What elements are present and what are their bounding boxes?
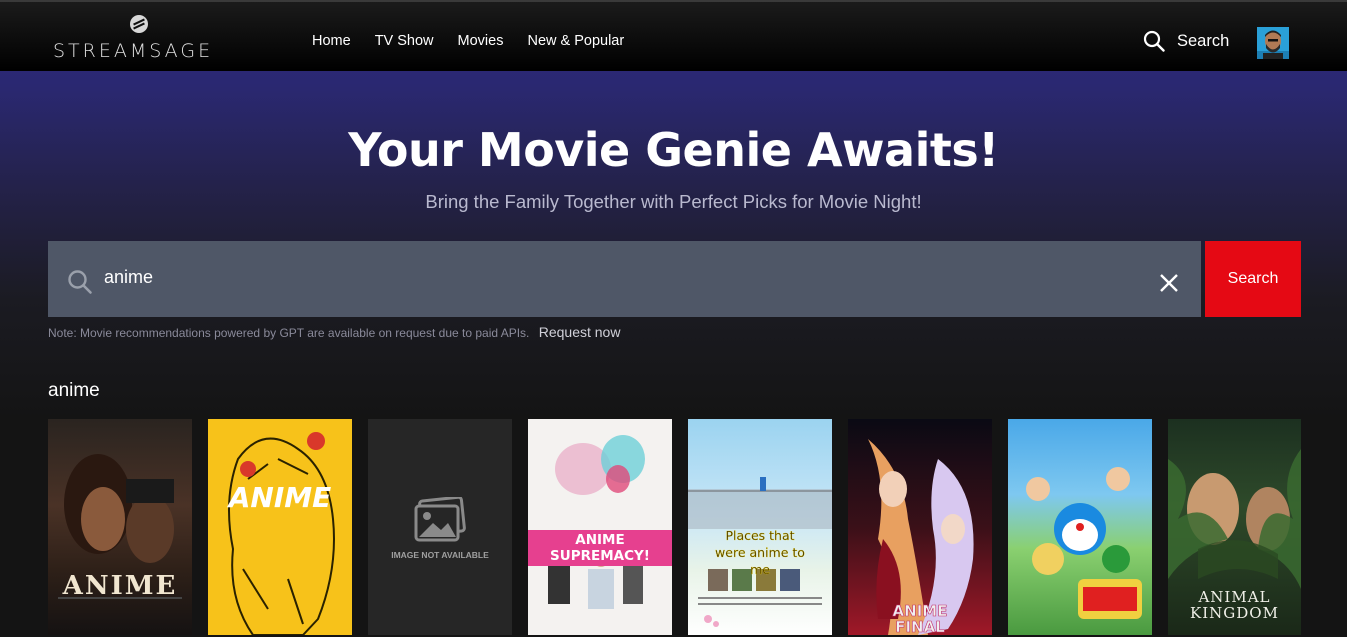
movie-poster[interactable]: ANIMAL KINGDOM: [1168, 419, 1301, 635]
hero-subtitle: Bring the Family Together with Perfect P…: [425, 191, 922, 212]
search-input[interactable]: anime: [104, 267, 153, 288]
search-icon: [68, 270, 92, 294]
search-icon: [1143, 30, 1165, 52]
poster-title: Places that were anime to me: [715, 528, 805, 577]
poster-artwork: [228, 432, 335, 635]
movie-poster[interactable]: ANIME: [48, 419, 192, 635]
brand-logo[interactable]: STREAMSAGE: [53, 13, 223, 63]
movie-poster[interactable]: IMAGE NOT AVAILABLE: [368, 419, 512, 635]
gpt-note: Note: Movie recommendations powered by G…: [48, 324, 620, 340]
poster-title: ANIME SUPREMACY!: [528, 530, 672, 566]
avatar[interactable]: [1257, 27, 1289, 59]
brand-name: STREAMSAGE: [53, 40, 214, 62]
image-placeholder-icon: [414, 497, 466, 542]
request-now-link[interactable]: Request now: [539, 324, 621, 340]
results-title: anime: [48, 380, 100, 401]
poster-title: ANIMAL KINGDOM: [1190, 588, 1279, 622]
nav-search-button[interactable]: Search: [1143, 30, 1229, 52]
poster-title: ANIME: [62, 571, 178, 601]
movie-poster[interactable]: [1008, 419, 1152, 635]
movie-poster[interactable]: ANIME SUPREMACY!: [528, 419, 672, 635]
nav-search-label: Search: [1177, 31, 1230, 50]
main-nav: Home TV Show Movies New & Popular: [312, 33, 624, 49]
poster-title: ANIME FINAL: [892, 602, 948, 635]
search-button[interactable]: Search: [1205, 241, 1301, 317]
image-not-available-label: IMAGE NOT AVAILABLE: [391, 550, 489, 560]
logo-icon: [130, 15, 148, 33]
movie-poster[interactable]: Places that were anime to me: [688, 419, 832, 635]
movie-poster[interactable]: ANIME: [208, 419, 352, 635]
hero-title: Your Movie Genie Awaits!: [348, 123, 999, 177]
nav-item-tv-show[interactable]: TV Show: [375, 33, 434, 49]
poster-title: ANIME: [228, 481, 332, 514]
avatar-image: [1257, 27, 1289, 59]
note-text: Note: Movie recommendations powered by G…: [48, 326, 530, 340]
top-navbar: STREAMSAGE Home TV Show Movies New & Pop…: [0, 0, 1347, 71]
poster-row: ANIME ANIME IMAGE NOT AVAILABLE ANIME SU…: [48, 419, 1301, 637]
poster-artwork: [58, 454, 182, 599]
poster-artwork: [548, 435, 645, 609]
close-icon[interactable]: [1159, 273, 1179, 293]
movie-search-box[interactable]: anime: [48, 241, 1201, 317]
movie-poster[interactable]: ANIME FINAL: [848, 419, 992, 635]
poster-artwork: [1026, 467, 1142, 619]
nav-item-movies[interactable]: Movies: [458, 33, 504, 49]
nav-item-new-popular[interactable]: New & Popular: [527, 33, 624, 49]
nav-item-home[interactable]: Home: [312, 33, 351, 49]
